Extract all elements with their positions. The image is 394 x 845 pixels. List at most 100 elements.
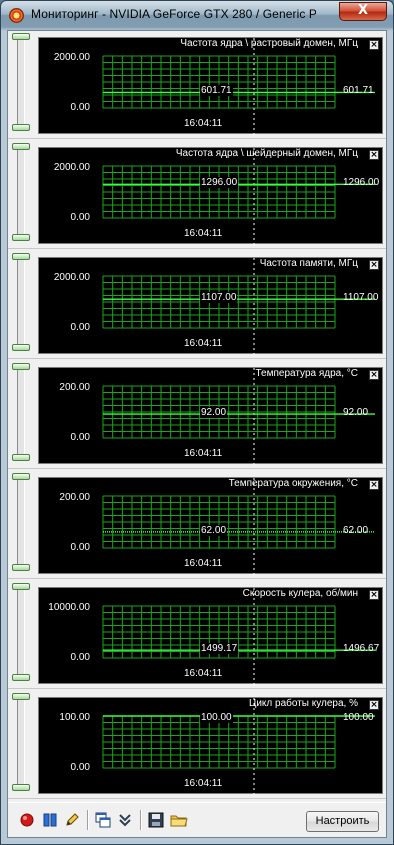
range-max-handle[interactable] xyxy=(12,583,30,590)
right-value-label: 601.71 xyxy=(343,85,374,97)
axis-min-label: 0.00 xyxy=(70,542,90,553)
graph-panel: Скорость кулера, об/мин 10000.00 0.00 1499.… xyxy=(8,581,386,689)
right-value-label: 1296.00 xyxy=(343,177,380,189)
toolbar: Настроить xyxy=(8,802,386,838)
pencil-icon[interactable] xyxy=(63,811,81,829)
graph-title: Цикл работы кулера, % xyxy=(248,698,358,709)
toolbar-separator xyxy=(140,810,142,830)
graph-canvas[interactable]: Температура ядра, °C 200.00 0.00 92.00 92.00… xyxy=(38,367,383,465)
range-max-handle[interactable] xyxy=(12,143,30,150)
graph-title: Температура окружения, °C xyxy=(228,478,358,489)
time-label: 16:04:11 xyxy=(184,118,223,129)
record-icon[interactable] xyxy=(18,811,36,829)
monitoring-window: Мониторинг - NVIDIA GeForce GTX 280 / Ge… xyxy=(0,0,394,845)
axis-min-label: 0.00 xyxy=(70,432,90,443)
axis-min-label: 0.00 xyxy=(70,102,90,113)
right-value-label: 62.00 xyxy=(343,524,369,536)
graph-grid xyxy=(102,715,336,769)
time-label: 16:04:11 xyxy=(184,558,223,569)
close-window-button[interactable]: X xyxy=(339,2,387,21)
range-max-handle[interactable] xyxy=(12,363,30,370)
axis-max-label: 200.00 xyxy=(59,382,90,393)
right-value-label: 100.00 xyxy=(343,712,374,723)
range-min-handle[interactable] xyxy=(12,124,30,131)
range-slider-track[interactable] xyxy=(17,695,25,791)
close-graph-icon[interactable]: × xyxy=(369,150,379,160)
folder-icon[interactable] xyxy=(170,811,188,829)
close-graph-icon[interactable]: × xyxy=(369,480,379,490)
range-min-handle[interactable] xyxy=(12,784,30,791)
range-min-handle[interactable] xyxy=(12,344,30,351)
graph-canvas[interactable]: Скорость кулера, об/мин 10000.00 0.00 1499.… xyxy=(38,587,383,685)
axis-min-label: 0.00 xyxy=(70,322,90,333)
range-max-handle[interactable] xyxy=(12,253,30,260)
graph-grid xyxy=(102,55,336,109)
title-bar[interactable]: Мониторинг - NVIDIA GeForce GTX 280 / Ge… xyxy=(1,1,393,30)
graph-canvas[interactable]: Частота ядра \ растровый домен, МГц 2000.… xyxy=(38,37,383,135)
graph-canvas[interactable]: Температура окружения, °C 200.00 0.00 62.00… xyxy=(38,477,383,575)
time-label: 16:04:11 xyxy=(184,668,223,679)
graph-panel: Цикл работы кулера, % 100.00 0.00 100.00 100… xyxy=(8,691,386,799)
range-min-handle[interactable] xyxy=(12,454,30,461)
graph-title: Частота ядра \ растровый домен, МГц xyxy=(180,38,358,49)
range-slider-track[interactable] xyxy=(17,35,25,131)
time-label: 16:04:11 xyxy=(184,448,223,459)
graph-area: Частота ядра \ растровый домен, МГц 2000.… xyxy=(7,30,387,838)
current-value-label: 92.00 xyxy=(200,407,228,419)
close-graph-icon[interactable]: × xyxy=(369,40,379,50)
app-icon xyxy=(9,8,24,23)
axis-max-label: 100.00 xyxy=(59,712,90,723)
right-value-label: 1496.67 xyxy=(343,643,380,655)
current-value-label: 62.00 xyxy=(200,524,228,536)
current-value-label: 1107.00 xyxy=(200,292,238,304)
range-slider-track[interactable] xyxy=(17,365,25,461)
range-slider-track[interactable] xyxy=(17,255,25,351)
range-slider-track[interactable] xyxy=(17,475,25,571)
collapse-icon[interactable] xyxy=(116,811,134,829)
range-max-handle[interactable] xyxy=(12,33,30,40)
axis-max-label: 2000.00 xyxy=(53,272,90,283)
setup-button[interactable]: Настроить xyxy=(306,811,379,832)
graph-canvas[interactable]: Частота памяти, МГц 2000.00 0.00 1107.00 110… xyxy=(38,257,383,355)
axis-min-label: 0.00 xyxy=(70,652,90,663)
axis-min-label: 0.00 xyxy=(70,212,90,223)
right-value-label: 92.00 xyxy=(343,407,369,419)
graph-title: Частота ядра \ шейдерный домен, МГц xyxy=(175,148,358,159)
axis-max-label: 10000.00 xyxy=(48,602,90,613)
graph-canvas[interactable]: Частота ядра \ шейдерный домен, МГц 2000.… xyxy=(38,147,383,245)
close-graph-icon[interactable]: × xyxy=(369,700,379,710)
graph-grid xyxy=(102,495,336,549)
save-icon[interactable] xyxy=(147,811,165,829)
toolbar-separator xyxy=(87,810,89,830)
time-label: 16:04:11 xyxy=(184,228,223,239)
range-slider-track[interactable] xyxy=(17,145,25,241)
graph-title: Частота памяти, МГц xyxy=(259,258,358,269)
window-title: Мониторинг - NVIDIA GeForce GTX 280 / Ge… xyxy=(31,7,316,21)
axis-max-label: 2000.00 xyxy=(53,162,90,173)
current-value-label: 100.00 xyxy=(200,712,233,723)
range-slider-track[interactable] xyxy=(17,585,25,681)
axis-max-label: 2000.00 xyxy=(53,52,90,63)
close-graph-icon[interactable]: × xyxy=(369,370,379,380)
windows-icon[interactable] xyxy=(94,811,112,829)
range-max-handle[interactable] xyxy=(12,473,30,480)
graph-panel: Температура окружения, °C 200.00 0.00 62.00… xyxy=(8,471,386,579)
current-value-label: 1296.00 xyxy=(200,177,239,189)
right-value-label: 1107.00 xyxy=(343,292,379,304)
range-min-handle[interactable] xyxy=(12,564,30,571)
current-value-label: 1499.17 xyxy=(200,643,239,655)
graph-grid xyxy=(102,165,336,219)
graph-canvas[interactable]: Цикл работы кулера, % 100.00 0.00 100.00 100… xyxy=(38,697,383,795)
pause-icon[interactable] xyxy=(41,811,59,829)
time-label: 16:04:11 xyxy=(184,778,223,789)
range-max-handle[interactable] xyxy=(12,693,30,700)
close-graph-icon[interactable]: × xyxy=(369,590,379,600)
graph-panel: Температура ядра, °C 200.00 0.00 92.00 92.00… xyxy=(8,361,386,469)
graph-panel: Частота ядра \ растровый домен, МГц 2000.… xyxy=(8,31,386,139)
time-label: 16:04:11 xyxy=(184,338,223,349)
close-graph-icon[interactable]: × xyxy=(369,260,379,270)
range-min-handle[interactable] xyxy=(12,674,30,681)
graph-panel: Частота памяти, МГц 2000.00 0.00 1107.00 110… xyxy=(8,251,386,359)
axis-min-label: 0.00 xyxy=(70,762,90,773)
range-min-handle[interactable] xyxy=(12,234,30,241)
